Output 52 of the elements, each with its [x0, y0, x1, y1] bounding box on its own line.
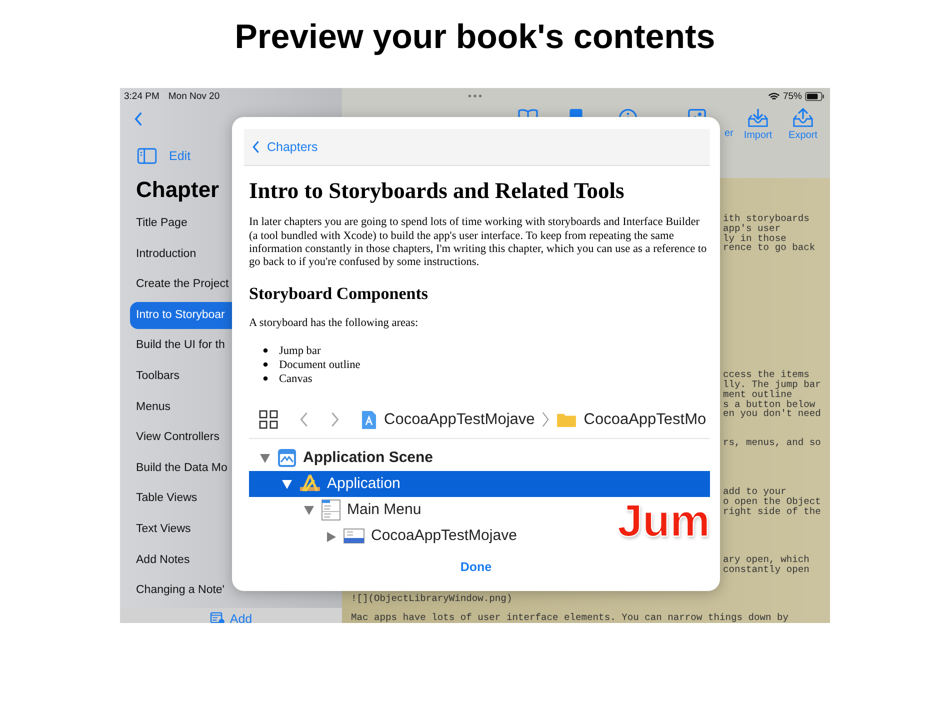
outline-row[interactable]: CocoaAppTestMojave: [249, 522, 521, 548]
disclosure-triangle-icon[interactable]: [281, 478, 293, 490]
multitask-dots-icon[interactable]: [468, 94, 482, 98]
outline-row[interactable]: Application: [249, 470, 710, 497]
bullet-item: Canvas: [279, 372, 312, 386]
bullet-item: Document outline: [279, 358, 360, 372]
bullet-item: Jump bar: [279, 344, 321, 358]
menu-window-icon: [321, 498, 341, 521]
bullet-icon: [263, 376, 268, 382]
bullet-icon: [263, 362, 268, 368]
status-time: 3:24 PM: [124, 90, 160, 102]
chapter-title: Intro to Storyboards and Related Tools: [249, 178, 626, 204]
folder-icon: [556, 411, 577, 428]
disclosure-triangle-icon[interactable]: [259, 452, 271, 464]
sidebar-title: Chapter: [135, 176, 220, 204]
battery-icon: [805, 92, 825, 100]
markdown-paragraph: rs, menus, and so: [723, 438, 821, 448]
grid-icon[interactable]: [259, 410, 278, 430]
markdown-paragraph: Mac apps have lots of user interface elements. You can narrow things down by: [351, 612, 789, 623]
back-icon: [252, 140, 260, 154]
outline-row[interactable]: Application Scene: [249, 444, 438, 471]
add-note-icon: [210, 612, 225, 623]
chapters-back-button[interactable]: Chapters: [252, 140, 318, 154]
wifi-icon: [768, 92, 780, 100]
breadcrumb-item[interactable]: CocoaAppTestMo: [584, 410, 706, 429]
markdown-paragraph: ith storyboards app's user ly in those rence to go back: [723, 214, 816, 254]
breadcrumb-separator-icon: [542, 411, 549, 428]
back-icon[interactable]: [134, 111, 143, 127]
tray-download-icon[interactable]: [747, 108, 769, 128]
disclosure-triangle-icon[interactable]: [325, 530, 337, 542]
markdown-paragraph: ccess the items lly. The jump bar ment outline s a button below en you don't need: [723, 370, 821, 420]
headline: Preview your book's contents: [234, 17, 716, 58]
breadcrumb-item[interactable]: CocoaAppTestMojave: [384, 410, 535, 429]
done-button[interactable]: Done: [454, 559, 498, 576]
tray-upload-icon[interactable]: [792, 108, 814, 128]
battery-percent: 75%: [782, 90, 802, 102]
markdown-paragraph: ![](ObjectLibraryWindow.png): [351, 594, 512, 604]
menu-bar-icon: [343, 528, 365, 544]
section-heading: Storyboard Components: [249, 284, 429, 304]
outline-row[interactable]: Main Menu: [249, 496, 426, 523]
nav-forward-icon[interactable]: [330, 411, 340, 428]
tools-icon: [299, 474, 321, 494]
disclosure-triangle-icon[interactable]: [303, 504, 315, 516]
sidebar-toggle-icon[interactable]: [137, 148, 157, 164]
intro-paragraph: In later chapters you are going to spend lots of time working with storyboards and Interface Builder (a tool bundled with Xcode) to build the app's user interface. To keep from repeating the same information constantly in those chapters, I'm writing this chapter, which you can use as a reference to go back to if you're confused by some instructions.: [249, 216, 708, 270]
bullet-icon: [263, 348, 268, 354]
status-date: Mon Nov 20: [168, 90, 220, 102]
scene-icon: [277, 448, 297, 468]
nav-back-icon[interactable]: [299, 411, 309, 428]
markdown-paragraph: ary open, which constantly open: [723, 555, 810, 575]
project-file-icon: [361, 410, 377, 430]
markdown-paragraph: add to your o open the Object right side of the: [723, 486, 821, 516]
